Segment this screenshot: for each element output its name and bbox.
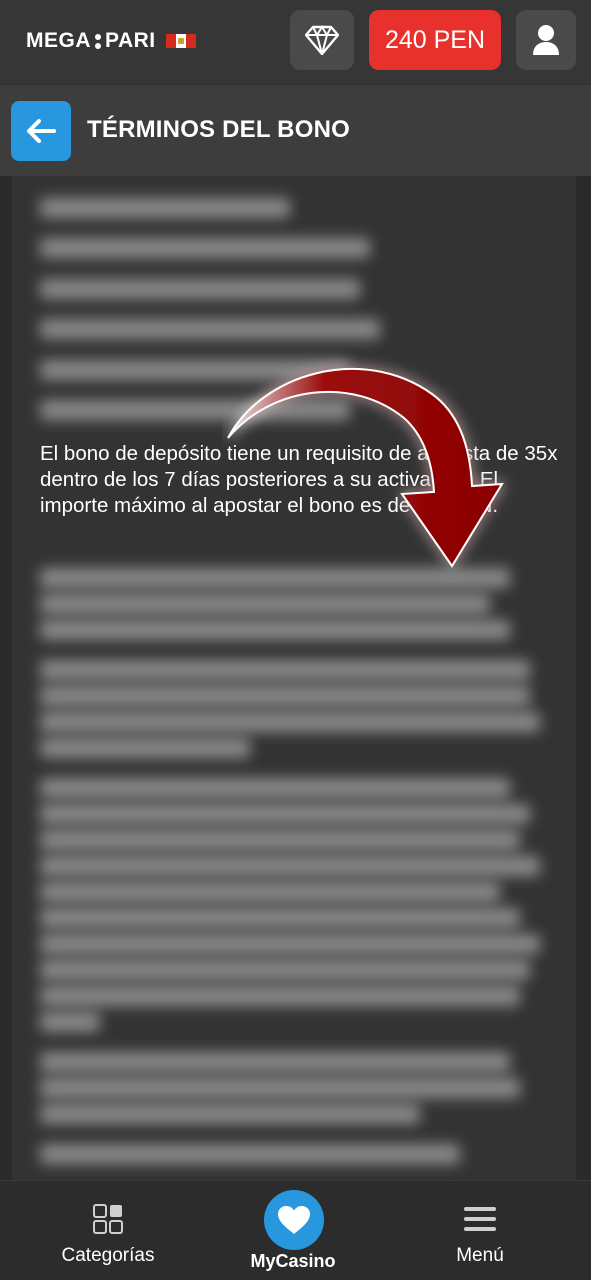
top-bar: MEGA PARI 240 PEN	[0, 0, 591, 84]
vip-button[interactable]	[290, 10, 354, 70]
account-button[interactable]	[516, 10, 576, 70]
blurred-text-line	[40, 1078, 520, 1098]
nav-label-mycasino: MyCasino	[250, 1251, 336, 1271]
blurred-text-line	[40, 882, 500, 902]
blurred-text-line	[40, 660, 530, 680]
blurred-text-line	[40, 319, 380, 339]
blurred-text-line	[40, 1052, 510, 1072]
title-bar: TÉRMINOS DEL BONO	[0, 84, 591, 176]
blurred-text-line	[40, 778, 510, 798]
blurred-text-line	[40, 594, 490, 614]
blurred-text-line	[40, 712, 540, 732]
logo-text-left: MEGA	[26, 29, 91, 52]
blurred-text-line	[40, 279, 360, 299]
blurred-text-line	[40, 1012, 100, 1032]
blurred-text-line	[40, 830, 520, 850]
blurred-text-line	[40, 908, 520, 928]
red-curved-arrow-icon	[227, 367, 504, 568]
bonus-terms-content: El bono de depósito tiene un requisito d…	[12, 176, 576, 1180]
blurred-text-line	[40, 804, 530, 824]
logo-text-right: PARI	[105, 29, 156, 52]
heart-icon	[278, 1206, 310, 1234]
user-icon	[533, 25, 559, 55]
blurred-text-line	[40, 856, 540, 876]
diamond-icon	[305, 25, 339, 55]
bottom-navigation: Categorías MyCasino Menú	[0, 1180, 591, 1280]
back-button[interactable]	[11, 101, 71, 161]
blurred-text-line	[40, 238, 370, 258]
arrow-left-icon	[27, 119, 56, 143]
nav-label-menu: Menú	[456, 1245, 504, 1266]
blurred-text-line	[40, 620, 510, 640]
nav-label-categories: Categorías	[61, 1245, 155, 1266]
balance-button[interactable]: 240 PEN	[369, 10, 501, 70]
blurred-text-line	[40, 986, 520, 1006]
blurred-text-line	[40, 198, 290, 218]
grid-icon	[93, 1204, 123, 1234]
mycasino-button[interactable]	[264, 1190, 324, 1250]
logo-colon-mark	[94, 31, 102, 51]
blurred-text-line	[40, 1104, 420, 1124]
blurred-text-line	[40, 934, 540, 954]
page: MEGA PARI 240 PEN TÉRMINOS DEL BONO El b…	[0, 0, 591, 1280]
nav-item-categories[interactable]: Categorías	[48, 1181, 168, 1280]
nav-item-menu[interactable]: Menú	[420, 1181, 540, 1280]
page-title: TÉRMINOS DEL BONO	[87, 116, 350, 143]
blurred-text-line	[40, 686, 530, 706]
blurred-text-line	[40, 960, 530, 980]
nav-item-mycasino[interactable]: MyCasino	[233, 1181, 353, 1280]
megapari-logo[interactable]: MEGA PARI	[26, 29, 196, 53]
blurred-text-line	[40, 1144, 460, 1164]
blurred-text-line	[40, 738, 250, 758]
peru-flag-icon	[165, 34, 196, 48]
hamburger-icon	[464, 1207, 496, 1231]
